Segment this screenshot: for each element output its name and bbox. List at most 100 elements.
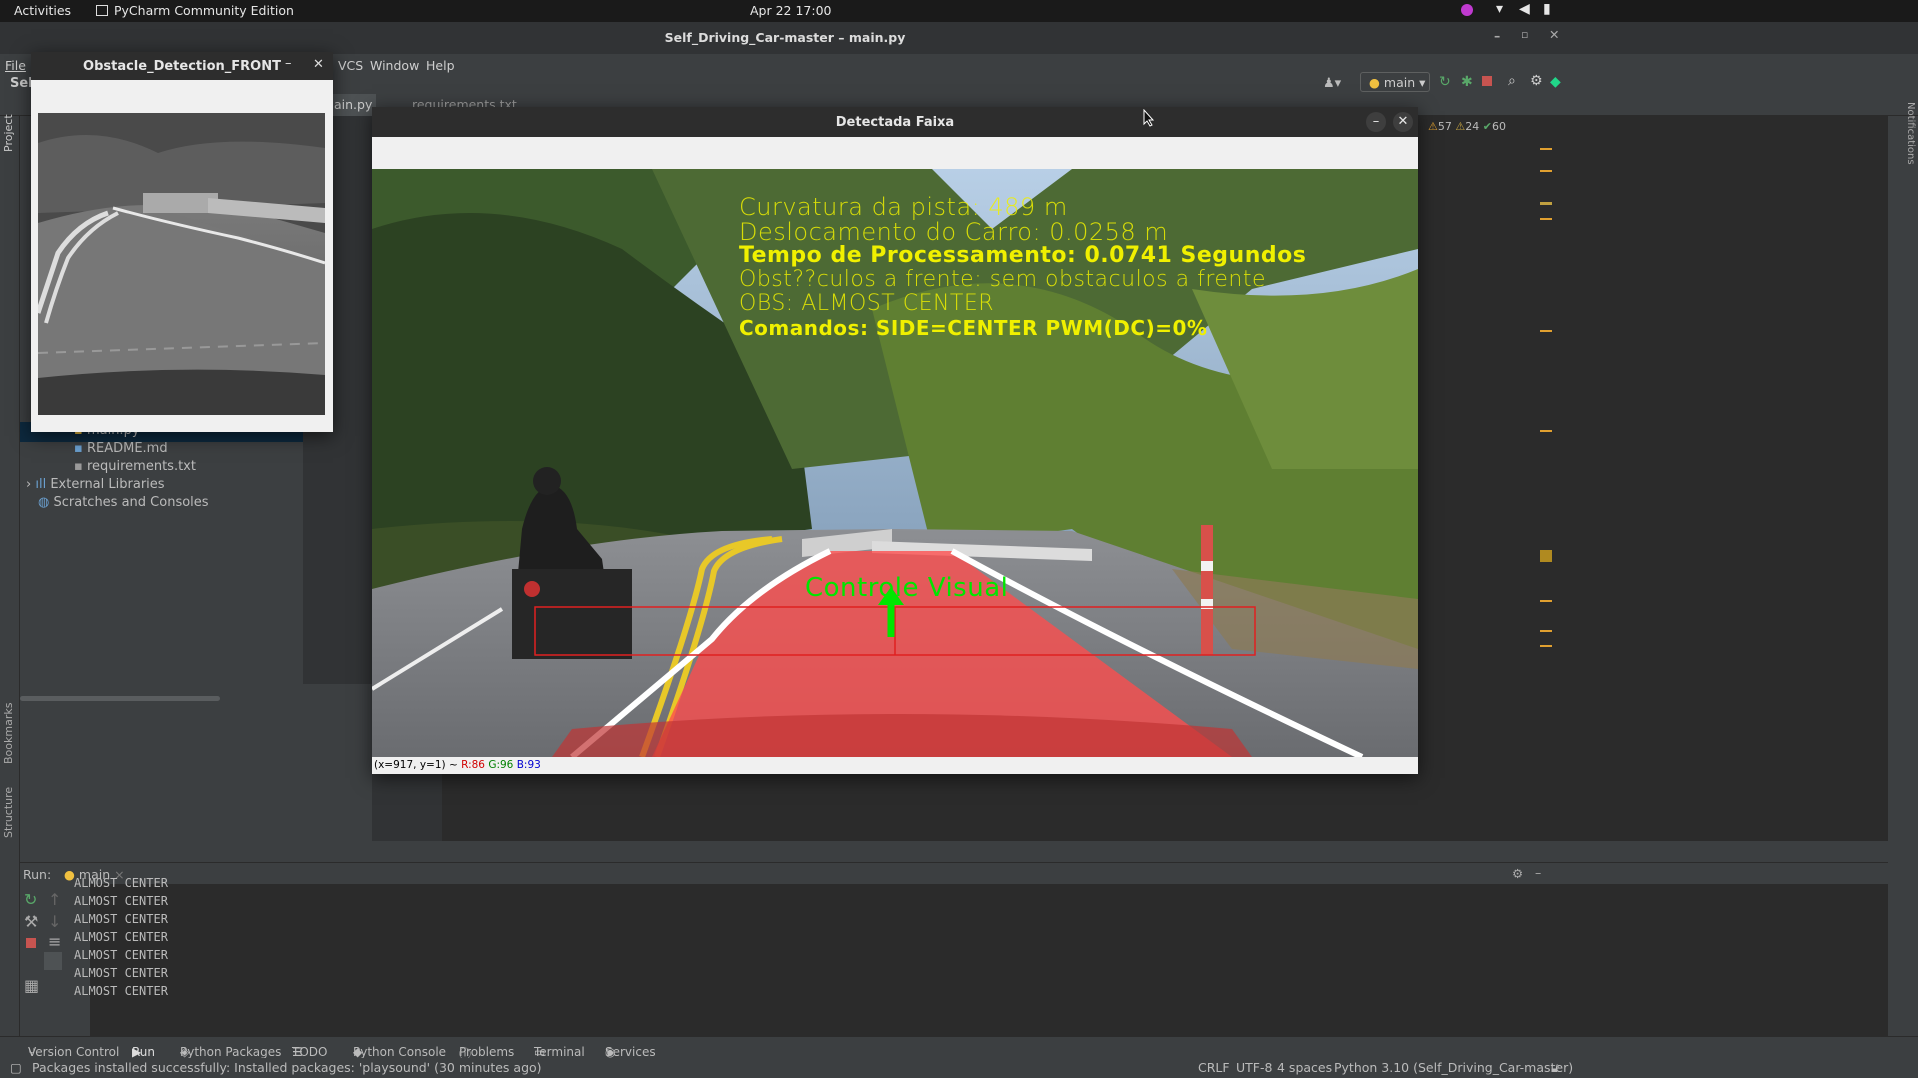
console-line: ALMOST CENTER — [74, 966, 168, 980]
menu-help[interactable]: Help — [426, 58, 455, 73]
layout-icon[interactable]: ▦ — [24, 976, 39, 995]
overlay-curvature: Curvatura da pista: 489 m — [739, 193, 1068, 221]
stop-icon[interactable] — [26, 938, 36, 948]
warning-count: 57 — [1437, 120, 1452, 133]
rerun-icon[interactable]: ↻ — [24, 890, 37, 909]
settings-icon[interactable]: ⚙ — [1530, 73, 1543, 89]
tree-item-requirements[interactable]: ▪ requirements.txt — [74, 459, 196, 474]
tab-label: Python Packages — [180, 1045, 282, 1059]
vcs-user-icon[interactable]: ♟▾ — [1323, 76, 1341, 91]
debug-icon[interactable]: ✱ — [1461, 74, 1473, 90]
inspection-widget[interactable]: ⚠57 ⚠24 ✔60 — [1428, 120, 1506, 133]
search-icon[interactable]: ⌕ — [1508, 73, 1516, 89]
wrench-icon[interactable]: ⚒ — [24, 912, 38, 931]
minimize-icon[interactable]: – — [1366, 112, 1386, 132]
structure-tool-tab[interactable]: Structure — [2, 778, 18, 838]
activities-button[interactable]: Activities — [14, 3, 71, 18]
indent-setting[interactable]: 4 spaces — [1277, 1060, 1332, 1075]
console-line: ALMOST CENTER — [74, 894, 168, 908]
down-arrow-icon[interactable]: ↓ — [48, 912, 61, 931]
overlay-commands: Comandos: SIDE=CENTER PWM(DC)=0% — [739, 316, 1208, 340]
lane-window-titlebar[interactable]: Detectada Faixa — [372, 107, 1418, 137]
battery-icon[interactable]: ▮ — [1543, 1, 1551, 17]
pixel-info-bar: (x=917, y=1) ~ R:86 G:96 B:93 — [372, 757, 1418, 774]
tab-main-py[interactable]: ain.py — [330, 94, 376, 116]
ok-count: 60 — [1491, 120, 1506, 133]
file-encoding[interactable]: UTF-8 — [1236, 1060, 1272, 1075]
lock-icon[interactable]: 🔓︎ — [1551, 1060, 1559, 1076]
close-icon[interactable]: ✕ — [1393, 112, 1413, 132]
project-breadcrumb[interactable]: Sel — [10, 76, 33, 91]
error-stripe[interactable] — [1540, 140, 1552, 660]
python-interpreter[interactable]: Python 3.10 (Self_Driving_Car-master) — [1334, 1060, 1573, 1075]
tab-label: Problems — [459, 1045, 515, 1059]
console-line: ALMOST CENTER — [74, 876, 168, 890]
tab-label: Run — [132, 1045, 156, 1059]
tree-item-label: requirements.txt — [86, 459, 196, 474]
minimize-icon[interactable]: – — [1494, 28, 1500, 43]
line-separator[interactable]: CRLF — [1198, 1060, 1230, 1075]
menu-vcs[interactable]: VCS — [338, 58, 363, 73]
window-title: Detectada Faixa — [835, 115, 955, 130]
run-console[interactable]: ALMOST CENTER ALMOST CENTER ALMOST CENTE… — [74, 876, 1888, 1036]
toolbar-area — [372, 137, 1418, 169]
window-title: Obstacle_Detection_FRONT — [83, 59, 281, 74]
chevron-right-icon[interactable]: › — [26, 477, 31, 492]
hide-icon[interactable]: – — [1535, 865, 1541, 880]
obstacle-detection-window: Obstacle_Detection_FRONT – ✕ — [31, 52, 333, 432]
library-icon: ıll — [35, 477, 47, 492]
app-indicator-icon[interactable] — [1461, 4, 1473, 16]
overlay-offset: Deslocamento do Carro: 0.0258 m — [739, 218, 1169, 246]
project-tool-tab[interactable]: Project — [2, 102, 18, 152]
warning-icon: ⚠ — [1428, 120, 1438, 133]
tree-item-label: Scratches and Consoles — [53, 495, 209, 510]
clock[interactable]: Apr 22 17:00 — [750, 3, 832, 18]
pixel-coords: (x=917, y=1) ~ — [374, 759, 458, 771]
close-icon[interactable]: ✕ — [313, 57, 324, 72]
status-icon[interactable]: ▢ — [10, 1060, 22, 1075]
tab-label: Python Console — [353, 1045, 447, 1059]
toolbar-area — [31, 80, 333, 112]
minimize-icon[interactable]: – — [285, 56, 292, 71]
pixel-green: G:96 — [488, 759, 514, 771]
console-line: ALMOST CENTER — [74, 930, 168, 944]
bookmarks-tool-tab[interactable]: Bookmarks — [2, 694, 18, 764]
ide-title-bar: Self_Driving_Car-master – main.py – ▫ ✕ — [0, 22, 1918, 54]
notifications-tool-tab[interactable]: Notifications — [1902, 102, 1916, 172]
pixel-blue: B:93 — [516, 759, 541, 771]
tree-item-label: External Libraries — [50, 477, 165, 492]
rerun-icon[interactable]: ↻ — [1439, 74, 1451, 90]
settings-icon[interactable]: ⚙ — [1512, 866, 1523, 881]
overlay-visual-control-label: Controle Visual — [805, 573, 1009, 603]
menu-window[interactable]: Window — [370, 58, 419, 73]
check-icon: ✔ — [1482, 120, 1492, 133]
app-name[interactable]: PyCharm Community Edition — [114, 3, 294, 18]
status-bar: ▢ Packages installed successfully: Insta… — [0, 1058, 1918, 1078]
stop-icon[interactable] — [1482, 76, 1492, 86]
up-arrow-icon[interactable]: ↑ — [48, 890, 61, 909]
maximize-icon[interactable]: ▫ — [1521, 28, 1528, 41]
window-title: Self_Driving_Car-master – main.py — [664, 30, 906, 45]
tree-item-external-libraries[interactable]: › ıll External Libraries — [26, 477, 165, 492]
python-icon: ● — [1369, 75, 1380, 90]
system-top-bar: Activities PyCharm Community Edition Apr… — [0, 0, 1918, 22]
wifi-icon[interactable]: ▾ — [1496, 1, 1503, 17]
scroll-to-end-icon[interactable] — [44, 952, 62, 970]
ide-logo-icon[interactable]: ◆ — [1550, 74, 1561, 90]
soft-wrap-icon[interactable]: ≡ — [48, 932, 61, 951]
menu-file[interactable]: File — [5, 58, 26, 73]
bottom-tool-tabs: ⑂ Version Control ▶ Run ◈ Python Package… — [0, 1036, 1918, 1061]
overlay-obstacles: Obst??culos a frente: sem obstaculos a f… — [739, 267, 1267, 292]
tab-label: Version Control — [28, 1045, 120, 1059]
horizontal-scrollbar[interactable] — [20, 696, 220, 701]
volume-icon[interactable]: ◀ — [1519, 1, 1530, 17]
close-icon[interactable]: ✕ — [1549, 27, 1559, 42]
weak-warning-count: 24 — [1465, 120, 1480, 133]
right-tool-strip: Notifications — [1888, 102, 1918, 1036]
run-panel-header: Run: ● main × ⚙ – — [20, 862, 1888, 884]
run-config-selector[interactable]: ● main ▾ — [1360, 72, 1430, 92]
status-message[interactable]: Packages installed successfully: Install… — [32, 1060, 542, 1075]
tab-label: Services — [605, 1045, 656, 1059]
tree-item-readme[interactable]: ▪ README.md — [74, 441, 168, 456]
tree-item-scratches[interactable]: ◍ Scratches and Consoles — [38, 495, 209, 510]
